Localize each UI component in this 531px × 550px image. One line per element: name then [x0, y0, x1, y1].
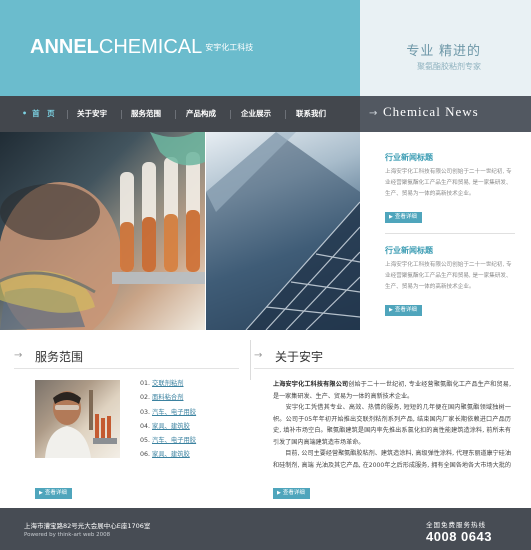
about-section-header: → 关于安宇 [254, 344, 514, 374]
hotline-number: 4008 0643 [426, 529, 492, 544]
arrow-right-icon: → [369, 108, 378, 119]
service-number: 05. [140, 437, 151, 445]
column-divider [250, 340, 251, 380]
arrow-right-icon: → [254, 350, 263, 361]
news-header-title: Chemical News [383, 104, 479, 119]
main-nav: • 首 页 关于安宇 服务范围 产品构成 企业展示 联系我们 [0, 96, 360, 132]
triangle-right-icon: ▶ [39, 490, 43, 496]
service-number: 03. [140, 408, 151, 416]
list-item: 05. 汽车、电子用胶 [140, 434, 196, 448]
list-item: 02. 面料粘合剂 [140, 391, 196, 405]
more-button-label: 查看详细 [44, 490, 67, 496]
service-link[interactable]: 面料粘合剂 [152, 394, 183, 401]
nav-item-contact[interactable]: 联系我们 [296, 96, 326, 132]
news-item-title[interactable]: 行业新闻标题 [385, 152, 515, 163]
service-number: 04. [140, 422, 151, 430]
hotline-label: 全国免费服务热线 [426, 521, 486, 529]
about-text: 上海安宇化工科技有限公司创始于二十一世纪初, 专业经营聚氨酯化工产品生产和贸易,… [273, 379, 511, 471]
list-item: 03. 汽车、电子用胶 [140, 406, 196, 420]
service-number: 06. [140, 451, 151, 459]
arrow-right-icon: → [14, 350, 23, 361]
nav-item-services[interactable]: 服务范围 [131, 96, 161, 132]
services-list: 01. 交联剂粘剂 02. 面料粘合剂 03. 汽车、电子用胶 04. 家具、建筑胶 0… [140, 377, 196, 463]
news-item: 行业新闻标题 上海安宇化工科技有限公司创始于二十一世纪初, 专业经营聚氨酯化工产… [385, 245, 515, 316]
news-item-body: 上海安宇化工科技有限公司创始于二十一世纪初, 专业经营聚氨酯化工产品生产和贸易,… [385, 169, 512, 197]
about-title: 关于安宇 [275, 350, 324, 364]
nav-separator [175, 110, 176, 119]
header-slogan-panel: 专业 精进的 聚氨酯胶粘剂专家 [360, 0, 531, 96]
service-link[interactable]: 家具、建筑胶 [152, 423, 190, 430]
service-link[interactable]: 汽车、电子用胶 [152, 409, 196, 416]
news-item-body: 上海安宇化工科技有限公司创始于二十一世纪初, 专业经营聚氨酯化工产品生产和贸易,… [385, 262, 512, 290]
service-number: 01. [140, 380, 151, 387]
scientist-illustration [0, 132, 205, 330]
about-more-wrapper: ▶ 查看详细 [273, 479, 310, 499]
nav-item-about[interactable]: 关于安宇 [77, 96, 107, 132]
services-section-header: → 服务范围 [14, 344, 234, 374]
logo-bold-text: ANNEL [30, 36, 99, 58]
section-divider [254, 368, 514, 369]
nav-separator [121, 110, 122, 119]
header-brand-panel: ANNELCHEMICAL 安宇化工科技 [0, 0, 360, 96]
lab-worker-illustration [35, 380, 120, 458]
footer-address: 上海市漕宝路82号光大会展中心E座1706室 [24, 522, 151, 530]
site-header: ANNELCHEMICAL 安宇化工科技 专业 精进的 聚氨酯胶粘剂专家 [0, 0, 531, 96]
list-item: 01. 交联剂粘剂 [140, 377, 196, 391]
triangle-right-icon: ▶ [277, 490, 281, 496]
triangle-right-icon: ▶ [389, 307, 393, 313]
about-paragraph-3: 目前, 公司主要经营聚氨酯胶粘剂、建筑造涂料, 高级弹性涂料, 代理东丽道康宁硅… [273, 450, 511, 469]
footer-powered-by[interactable]: Powered by think-art web 2008 [24, 532, 110, 538]
about-more-button[interactable]: ▶ 查看详细 [273, 488, 310, 499]
nav-separator [285, 110, 286, 119]
news-divider [385, 233, 515, 234]
site-footer: 上海市漕宝路82号光大会展中心E座1706室 Powered by think-… [0, 508, 531, 550]
about-company-name: 上海安宇化工科技有限公司 [273, 381, 349, 388]
services-title: 服务范围 [35, 350, 84, 364]
news-header-bar: → Chemical News [360, 96, 531, 132]
service-link[interactable]: 汽车、电子用胶 [152, 437, 196, 444]
slogan-main: 专业 精进的 [406, 43, 481, 58]
scientist-photo [0, 132, 205, 330]
more-button-label: 查看详细 [282, 490, 305, 496]
about-paragraph-2: 安宇化工凭借其专业、高效、热情的服务, 短短的几年便在国内聚氨酯领域独树一帜。公… [273, 404, 511, 446]
list-item: 06. 家具、建筑胶 [140, 448, 196, 462]
news-more-button[interactable]: ▶ 查看详细 [385, 305, 422, 316]
nav-separator [67, 110, 68, 119]
service-link[interactable]: 家具、建筑胶 [152, 451, 190, 458]
nav-item-label: 首 页 [32, 109, 55, 118]
nav-active-dot-icon: • [22, 109, 28, 118]
nav-separator [230, 110, 231, 119]
site-logo[interactable]: ANNELCHEMICAL 安宇化工科技 [30, 36, 253, 59]
nav-item-products[interactable]: 产品构成 [186, 96, 216, 132]
news-item-title[interactable]: 行业新闻标题 [385, 245, 515, 256]
slogan-sub: 聚氨酯胶粘剂专家 [417, 62, 481, 71]
service-link[interactable]: 交联剂粘剂 [152, 380, 183, 387]
logo-cn-text: 安宇化工科技 [205, 43, 254, 52]
services-more-button[interactable]: ▶ 查看详细 [35, 488, 72, 499]
hero-banner [0, 132, 360, 330]
lab-worker-photo [35, 380, 120, 458]
services-more-wrapper: ▶ 查看详细 [35, 479, 72, 499]
more-button-label: 查看详细 [394, 214, 417, 220]
more-button-label: 查看详细 [394, 307, 417, 313]
logo-light-text: CHEMICAL [98, 36, 203, 58]
nav-item-home[interactable]: • 首 页 [22, 96, 55, 132]
news-column: 行业新闻标题 上海安宇化工科技有限公司创始于二十一世纪初, 专业经营聚氨酯化工产… [360, 132, 531, 330]
news-item: 行业新闻标题 上海安宇化工科技有限公司创始于二十一世纪初, 专业经营聚氨酯化工产… [385, 152, 515, 223]
triangle-right-icon: ▶ [389, 214, 393, 220]
service-number: 02. [140, 394, 151, 402]
building-illustration [206, 132, 360, 330]
news-more-button[interactable]: ▶ 查看详细 [385, 212, 422, 223]
section-divider [14, 368, 239, 369]
building-photo [206, 132, 360, 330]
nav-item-showcase[interactable]: 企业展示 [241, 96, 271, 132]
list-item: 04. 家具、建筑胶 [140, 420, 196, 434]
slogan: 专业 精进的 聚氨酯胶粘剂专家 [406, 40, 481, 72]
